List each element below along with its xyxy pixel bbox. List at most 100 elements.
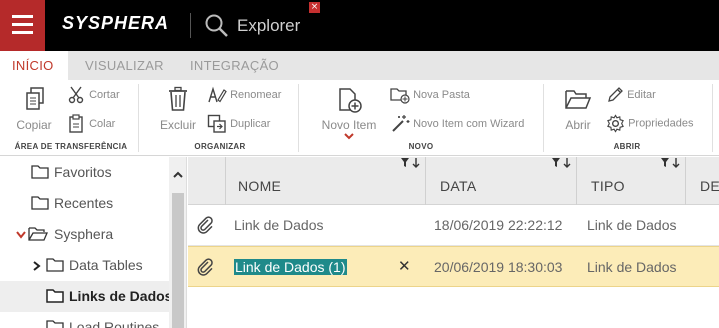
tree-item-recentes[interactable]: Recentes [0, 188, 169, 219]
column-divider [576, 157, 577, 205]
tree-item-label: Load Routines [69, 319, 160, 328]
copy-icon [26, 87, 44, 110]
tree-item-sysphera[interactable]: Sysphera [0, 219, 169, 250]
delete-button[interactable]: Excluir [158, 86, 198, 132]
top-bar: SYSPHERA Explorer × [0, 0, 719, 51]
rename-label: Renomear [230, 89, 282, 101]
new-folder-icon [390, 88, 410, 104]
copy-label: Copiar [16, 118, 52, 132]
tab-integracao[interactable]: INTEGRAÇÃO [190, 51, 279, 80]
table-row-selected[interactable]: Link de Dados (1) ✕ 20/06/2019 18:30:03 … [188, 246, 719, 287]
open-button[interactable]: Abrir [558, 86, 598, 132]
grid-header: NOME DATA TIPO DE [188, 157, 719, 205]
tab-visualizar[interactable]: VISUALIZAR [85, 51, 164, 80]
hamburger-menu-button[interactable] [0, 0, 45, 51]
rename-input[interactable]: Link de Dados (1) [234, 259, 347, 275]
search-icon [205, 14, 228, 37]
scroll-up-icon[interactable] [173, 171, 183, 179]
folder-icon [31, 196, 49, 210]
organize-group-label: ORGANIZAR [194, 142, 246, 151]
new-item-button[interactable]: Novo Item [319, 86, 379, 140]
column-divider [685, 157, 686, 205]
scrollbar-thumb[interactable] [172, 193, 184, 328]
folder-icon [46, 289, 64, 303]
app-title: Explorer [237, 16, 301, 35]
cell-date: 20/06/2019 18:30:03 [434, 259, 563, 275]
folder-icon [46, 258, 64, 272]
filter-sort-icon[interactable] [660, 157, 684, 169]
paperclip-icon [197, 258, 213, 276]
filter-sort-icon[interactable] [551, 157, 575, 169]
gear-icon [607, 114, 624, 133]
cut-button[interactable]: Cortar [68, 86, 120, 104]
column-divider [425, 157, 426, 205]
cell-date: 18/06/2019 22:22:12 [434, 217, 563, 233]
new-item-icon [339, 88, 362, 113]
chevron-right-icon[interactable] [33, 261, 41, 271]
paste-button[interactable]: Colar [68, 114, 115, 134]
duplicate-label: Duplicar [230, 118, 271, 130]
hamburger-icon-line [12, 23, 33, 26]
edit-label: Editar [627, 89, 656, 101]
new-folder-label: Nova Pasta [413, 89, 470, 101]
open-group-label: ABRIR [613, 142, 641, 151]
open-folder-icon [565, 90, 592, 109]
cancel-rename-button[interactable]: ✕ [398, 257, 411, 275]
chevron-down-icon [344, 133, 354, 140]
folder-icon [31, 165, 49, 179]
copy-button[interactable]: Copiar [16, 86, 56, 132]
tree-item-data-tables[interactable]: Data Tables [0, 250, 169, 281]
group-divider [543, 84, 544, 152]
close-tab-button[interactable]: × [309, 2, 320, 13]
cell-type: Link de Dados [587, 217, 677, 233]
duplicate-icon [207, 114, 226, 133]
filter-sort-icon[interactable] [400, 157, 424, 169]
table-row[interactable]: Link de Dados 18/06/2019 22:22:12 Link d… [188, 205, 719, 246]
rename-input-value[interactable]: Link de Dados (1) [234, 259, 347, 275]
column-header-tipo[interactable]: TIPO [591, 178, 625, 194]
column-header-data[interactable]: DATA [440, 178, 476, 194]
tree-item-favoritos[interactable]: Favoritos [0, 157, 169, 188]
column-header-nome[interactable]: NOME [238, 178, 281, 194]
trash-icon [169, 86, 187, 111]
tree-item-label: Data Tables [69, 257, 143, 273]
brand-logo: SYSPHERA [62, 13, 170, 33]
group-divider [712, 84, 713, 152]
new-folder-button[interactable]: Nova Pasta [390, 86, 470, 104]
open-folder-icon [28, 227, 48, 241]
pencil-icon [608, 87, 623, 102]
tree-item-links-de-dados[interactable]: Links de Dados [0, 281, 169, 312]
rename-button[interactable]: Renomear [207, 86, 281, 104]
group-divider [138, 84, 139, 152]
hamburger-icon [12, 15, 33, 18]
column-header-de[interactable]: DE [700, 178, 719, 194]
properties-button[interactable]: Propriedades [606, 114, 694, 133]
tree-item-label: Favoritos [54, 164, 112, 180]
edit-button[interactable]: Editar [606, 86, 656, 104]
hamburger-icon-line [12, 31, 33, 34]
tree-item-load-routines[interactable]: Load Routines [0, 312, 169, 328]
paperclip-icon [197, 216, 213, 234]
ribbon-tabs: INÍCIO VISUALIZAR INTEGRAÇÃO [0, 51, 719, 80]
duplicate-button[interactable]: Duplicar [207, 114, 270, 134]
new-item-label: Novo Item [321, 118, 377, 132]
magic-wand-icon [392, 115, 410, 132]
cut-label: Cortar [89, 89, 120, 101]
paste-icon [69, 114, 83, 133]
paste-label: Colar [89, 118, 116, 130]
chevron-down-icon[interactable] [16, 231, 26, 239]
new-group-label: NOVO [408, 142, 434, 151]
tree-item-label: Sysphera [54, 226, 114, 242]
tab-inicio[interactable]: INÍCIO [0, 51, 68, 80]
properties-label: Propriedades [628, 117, 694, 130]
new-item-wizard-button[interactable]: Novo Item com Wizard [390, 114, 524, 134]
tree-item-label: Links de Dados [69, 288, 169, 304]
open-label: Abrir [565, 118, 591, 132]
tree-scrollbar[interactable] [169, 157, 187, 328]
file-grid: NOME DATA TIPO DE Link de Dados 18/06/20… [188, 157, 719, 328]
folder-tree: Favoritos Recentes Sysphera Data Tables … [0, 157, 169, 328]
tree-item-label: Recentes [54, 195, 114, 211]
column-divider [225, 157, 226, 205]
scissors-icon [68, 86, 84, 104]
clipboard-group-label: ÁREA DE TRANSFERÊNCIA [14, 142, 128, 151]
